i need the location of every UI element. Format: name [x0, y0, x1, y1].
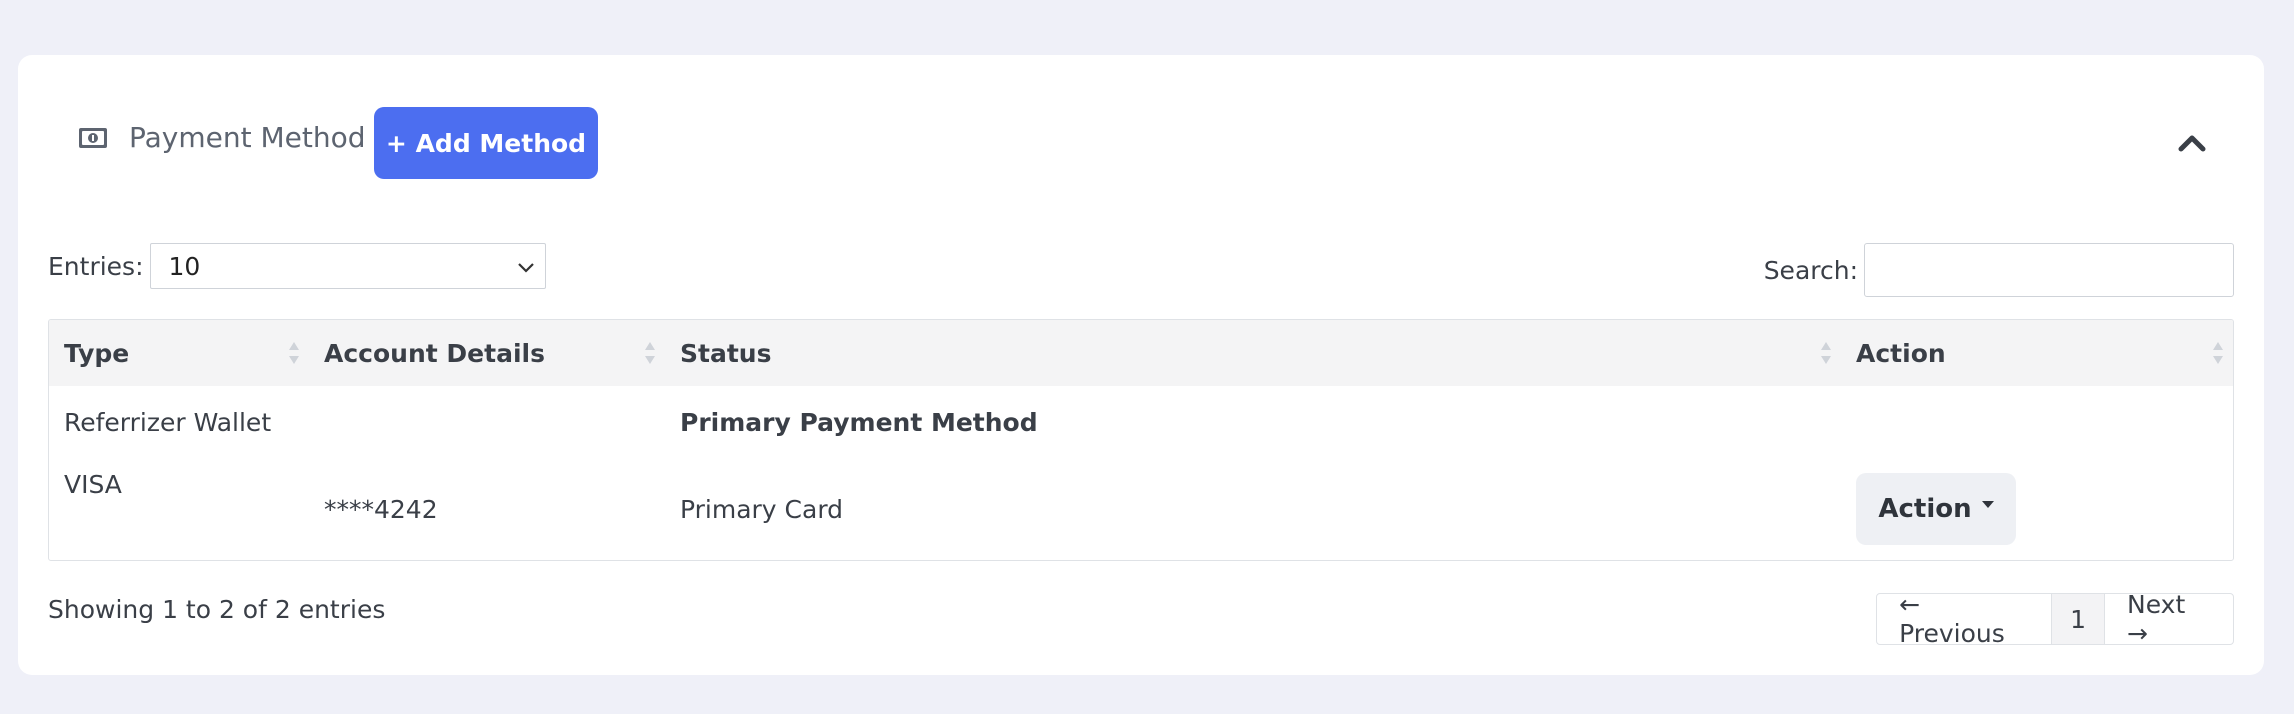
sort-icon — [2213, 342, 2223, 364]
entries-info: Showing 1 to 2 of 2 entries — [48, 595, 386, 624]
cell-account: ****4242 — [324, 494, 438, 524]
sort-icon — [645, 342, 655, 364]
page-title: Payment Method — [129, 121, 366, 154]
cell-status: Primary Card — [680, 494, 844, 524]
add-method-button[interactable]: + Add Method — [374, 107, 598, 179]
table-row: VISA ****4242 Primary Card Action — [49, 458, 2233, 560]
cell-type: VISA — [64, 470, 122, 499]
chevron-up-icon — [2178, 135, 2206, 152]
search-label: Search: — [1763, 255, 1858, 285]
payment-methods-table: Type Account Details Status Action Refer… — [48, 319, 2234, 561]
sort-icon — [1821, 342, 1831, 364]
previous-page-button[interactable]: ← Previous — [1877, 594, 2051, 644]
cell-action: Action — [1841, 458, 2233, 560]
entries-value: 10 — [168, 251, 201, 281]
column-header-action[interactable]: Action — [1841, 320, 2233, 386]
chevron-down-icon — [517, 263, 534, 273]
column-header-type[interactable]: Type — [49, 320, 309, 386]
payment-method-card: Payment Method + Add Method Entries: 10 … — [18, 55, 2264, 675]
cell-type: Referrizer Wallet — [64, 407, 272, 437]
action-dropdown-button[interactable]: Action — [1856, 473, 2016, 545]
entries-label: Entries: — [48, 251, 144, 281]
cell-status: Primary Payment Method — [680, 407, 1038, 437]
column-header-status[interactable]: Status — [665, 320, 1841, 386]
collapse-button[interactable] — [2172, 127, 2212, 159]
pagination: ← Previous 1 Next → — [1876, 593, 2234, 645]
search-input[interactable] — [1864, 243, 2234, 297]
card-header: Payment Method + Add Method — [18, 55, 2264, 230]
next-page-button[interactable]: Next → — [2105, 594, 2233, 644]
money-bill-icon — [78, 127, 108, 149]
table-header-row: Type Account Details Status Action — [49, 320, 2233, 386]
entries-select[interactable]: 10 — [149, 243, 546, 289]
sort-icon — [289, 342, 299, 364]
page-1-button[interactable]: 1 — [2051, 594, 2105, 644]
table-row: Referrizer Wallet Primary Payment Method — [49, 386, 2233, 458]
search-control: Search: — [1764, 243, 2234, 297]
caret-down-icon — [1981, 500, 1994, 508]
cell-action — [1841, 386, 2233, 458]
column-header-account-details[interactable]: Account Details — [309, 320, 665, 386]
entries-control: Entries: 10 — [48, 243, 546, 289]
action-label: Action — [1878, 494, 1972, 524]
cell-account — [309, 386, 665, 458]
